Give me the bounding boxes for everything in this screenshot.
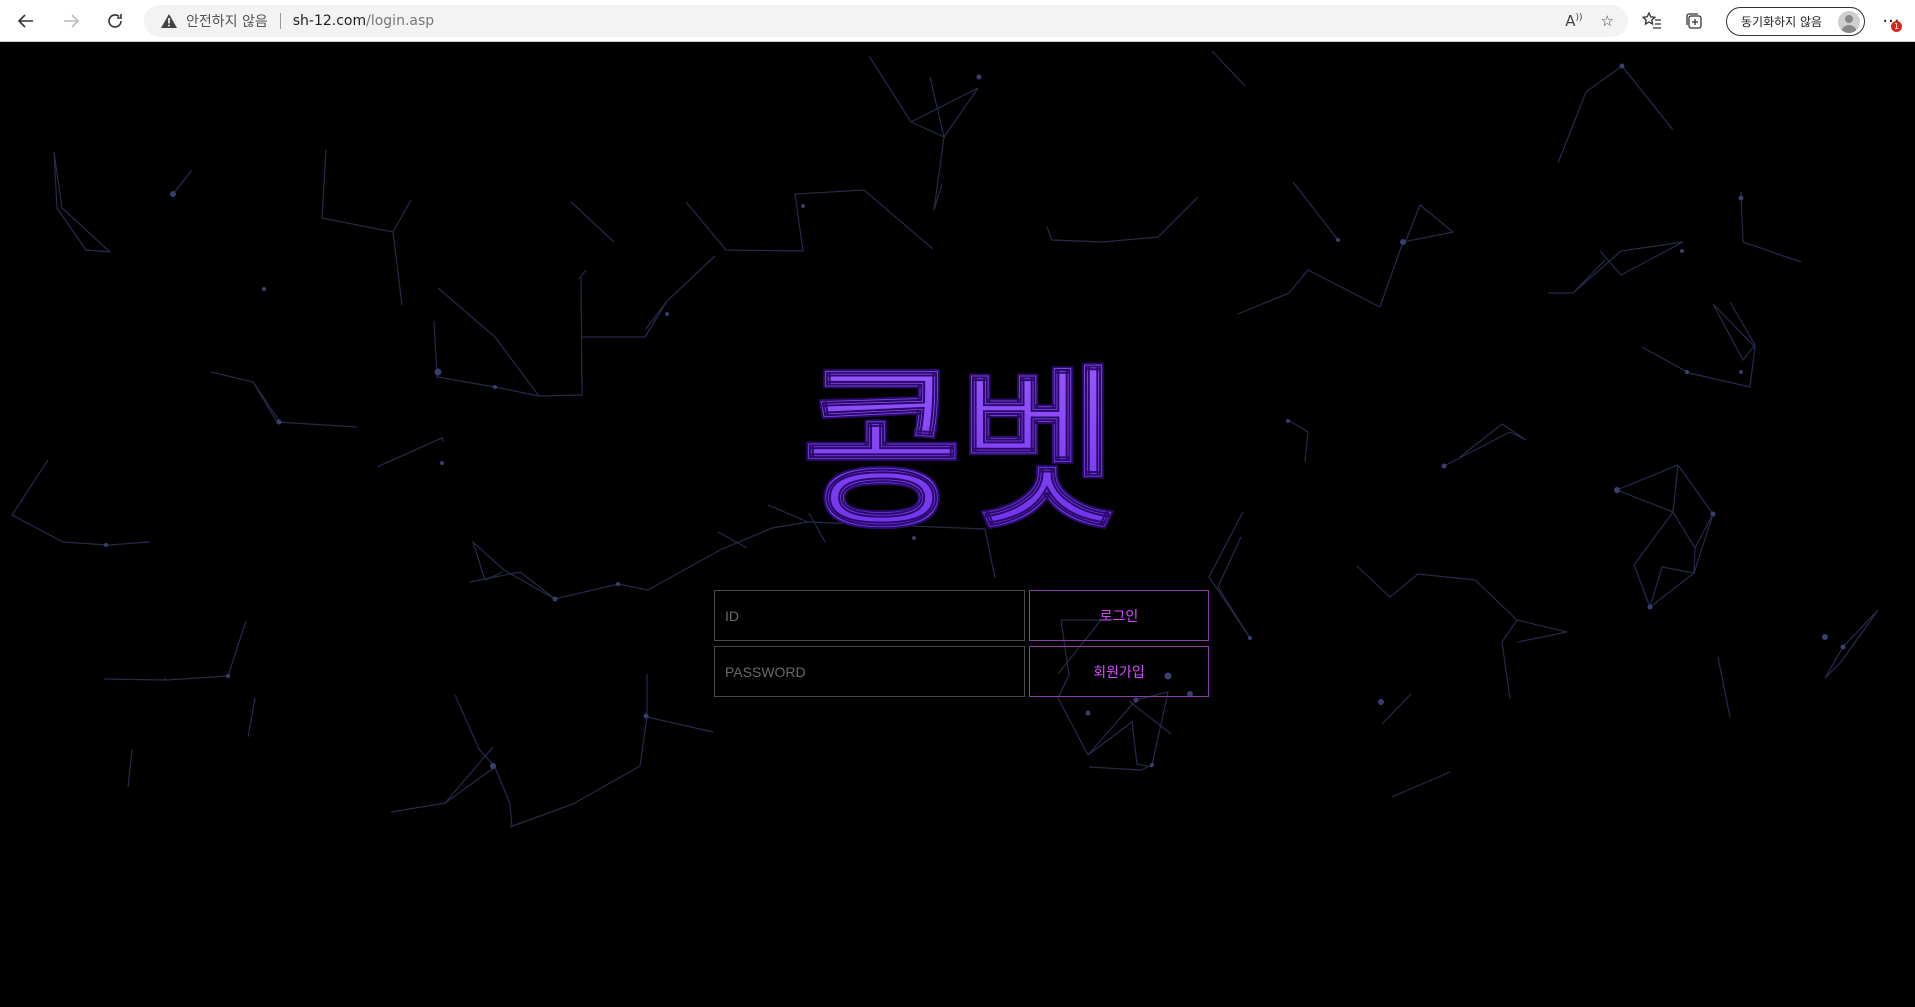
back-icon [17, 14, 33, 28]
password-input[interactable] [714, 646, 1025, 697]
url-path: /login.asp [366, 13, 435, 29]
login-button[interactable]: 로그인 [1029, 590, 1209, 641]
avatar [1838, 11, 1860, 33]
login-page: 콩벳 로그인 회원가입 [0, 42, 1915, 1007]
read-aloud-icon[interactable]: A)) [1565, 12, 1582, 30]
browser-toolbar: 안전하지 않음 sh-12.com/login.asp A)) ☆ 동기화하지 … [0, 0, 1915, 42]
sync-label: 동기화하지 않음 [1741, 15, 1823, 29]
back-button[interactable] [4, 0, 48, 42]
refresh-icon [108, 14, 122, 28]
forward-button[interactable] [49, 0, 93, 42]
address-bar-actions: A)) ☆ [1565, 5, 1614, 37]
collections-icon[interactable] [1680, 7, 1708, 35]
signup-button[interactable]: 회원가입 [1029, 646, 1209, 697]
forward-icon [64, 14, 80, 28]
security-label[interactable]: 안전하지 않음 [186, 11, 268, 31]
favorite-add-icon[interactable]: ☆ [1601, 12, 1614, 30]
notification-badge: 1 [1891, 21, 1902, 32]
url-host: sh-12.com [292, 13, 367, 29]
refresh-button[interactable] [93, 0, 137, 42]
warning-icon [161, 14, 177, 28]
favorites-icon[interactable] [1638, 7, 1666, 35]
more-button[interactable]: ··· [1876, 6, 1906, 36]
logo-text: 콩벳 [801, 354, 1113, 554]
address-bar[interactable]: 안전하지 않음 sh-12.com/login.asp A)) ☆ [144, 5, 1628, 37]
site-logo: 콩벳 [800, 354, 1120, 554]
id-input[interactable] [714, 590, 1025, 641]
toolbar-icons [1638, 0, 1708, 42]
sync-profile-button[interactable]: 동기화하지 않음 [1726, 7, 1865, 36]
address-separator [279, 13, 281, 29]
